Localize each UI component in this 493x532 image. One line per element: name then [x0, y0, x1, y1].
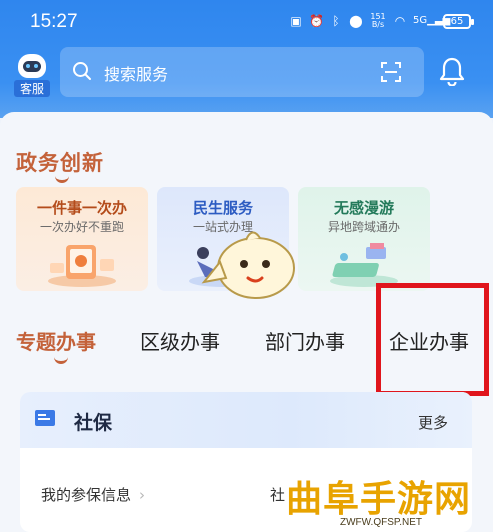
card-subtitle: 异地跨域通办 — [327, 220, 400, 234]
status-icons: ▣ ⏰ ᛒ ⬤ 151 B/s ◠ 5G▁▃▅ 65 — [289, 12, 474, 29]
tab-department-affairs[interactable]: 部门办事 — [265, 326, 345, 355]
my-insurance-info-link[interactable]: 我的参保信息 › — [41, 484, 145, 505]
chevron-right-icon: › — [139, 486, 146, 504]
watermark-mascot-icon — [201, 231, 295, 299]
card-subtitle: 一次办好不重跑 — [39, 220, 124, 234]
card-one-stop[interactable]: 一件事一次办 一次办好不重跑 — [16, 187, 148, 291]
card-title: 无感漫游 — [333, 199, 394, 217]
social-item-link[interactable]: 社 — [270, 484, 285, 505]
alarm-icon: ⏰ — [309, 14, 324, 28]
app-header: 15:27 ▣ ⏰ ᛒ ⬤ 151 B/s ◠ 5G▁▃▅ 65 客服 搜索服务 — [0, 0, 493, 118]
battery-icon: 65 — [443, 13, 474, 29]
tab-topic-affairs[interactable]: 专题办事 — [16, 326, 96, 355]
scan-icon[interactable] — [380, 61, 402, 83]
network-speed: 151 B/s — [370, 12, 386, 29]
signal-icon: 5G▁▃▅ — [413, 15, 451, 26]
watermark-url: ZWFW.QFSP.NET — [340, 517, 423, 528]
customer-service-label: 客服 — [14, 80, 50, 97]
status-time: 15:27 — [30, 11, 78, 32]
more-link[interactable]: 更多 — [418, 412, 448, 433]
robot-icon — [18, 54, 46, 78]
customer-service-button[interactable]: 客服 — [14, 52, 50, 100]
device-illustration-icon — [330, 243, 398, 287]
location-icon: ⬤ — [349, 14, 363, 28]
search-input[interactable]: 搜索服务 — [60, 47, 424, 97]
notification-bell-icon[interactable] — [438, 56, 466, 86]
card-title: 民生服务 — [192, 199, 253, 217]
status-bar: 15:27 ▣ ⏰ ᛒ ⬤ 151 B/s ◠ 5G▁▃▅ 65 — [0, 0, 493, 40]
nfc-icon: ▣ — [290, 14, 302, 28]
watermark-text: 曲阜手游网 — [286, 478, 472, 520]
search-placeholder: 搜索服务 — [104, 65, 169, 84]
bluetooth-icon: ᛒ — [332, 14, 340, 28]
card-seamless-roaming[interactable]: 无感漫游 异地跨域通办 — [298, 187, 430, 291]
wifi-icon: ◠ — [394, 14, 406, 28]
id-card-icon — [35, 410, 55, 426]
list-item-label: 我的参保信息 — [41, 486, 132, 504]
social-security-header: 社保 更多 — [20, 392, 472, 448]
highlight-annotation-box — [376, 283, 489, 396]
section-title: 政务创新 — [16, 151, 104, 175]
phone-illustration-icon — [48, 245, 116, 287]
search-icon — [73, 62, 91, 80]
social-security-title: 社保 — [74, 412, 113, 434]
tab-district-affairs[interactable]: 区级办事 — [140, 326, 220, 355]
card-title: 一件事一次办 — [36, 199, 127, 217]
